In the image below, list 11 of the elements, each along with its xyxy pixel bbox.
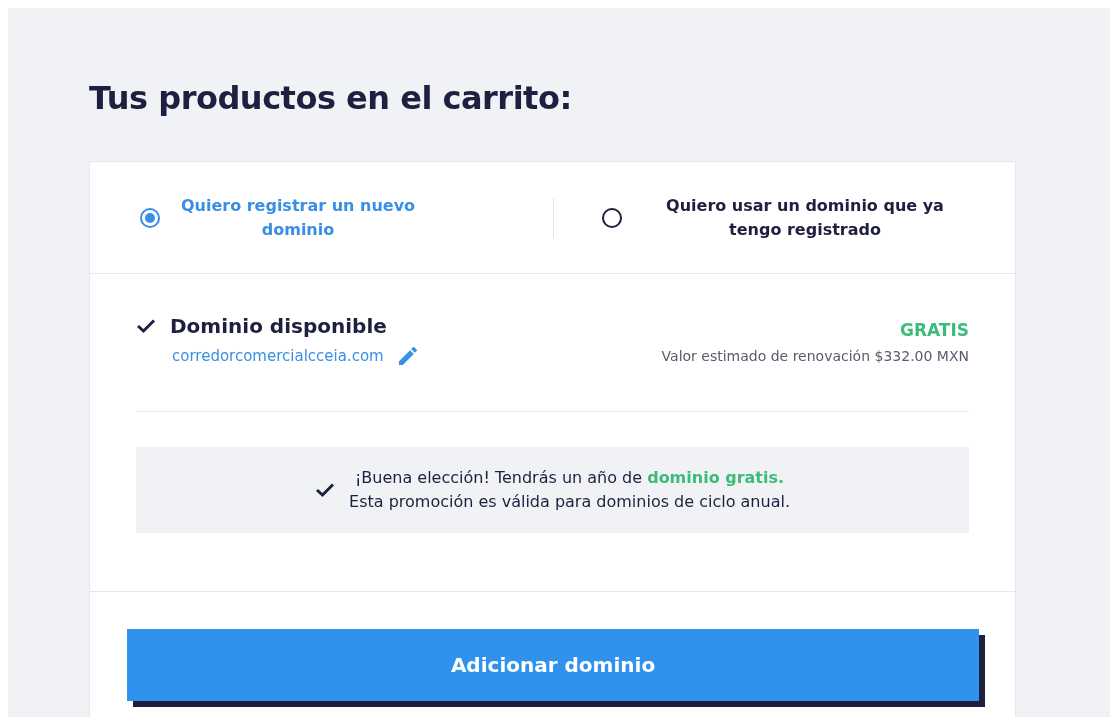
domain-price: GRATIS [899, 320, 969, 340]
radio-option[interactable]: Quiero registrar un nuevo dominio [90, 193, 553, 242]
renewal-price: Valor estimado de renovación $332.00 MXN [661, 348, 969, 364]
radio-option[interactable]: Quiero usar un dominio que ya tengo registrado [554, 193, 1015, 242]
domain-name: corredorcomercialcceia.com [172, 347, 384, 365]
page-title: Tus productos en el carrito: [89, 78, 572, 119]
check-icon [136, 318, 156, 334]
promo-text: ¡Buena elección! Tendrás un año de dominio gratis. [354, 467, 785, 489]
domain-status: Dominio disponible [170, 314, 387, 338]
promo-text: Esta promoción es válida para dominios de ciclo anual. [349, 491, 790, 513]
check-icon [315, 482, 335, 498]
